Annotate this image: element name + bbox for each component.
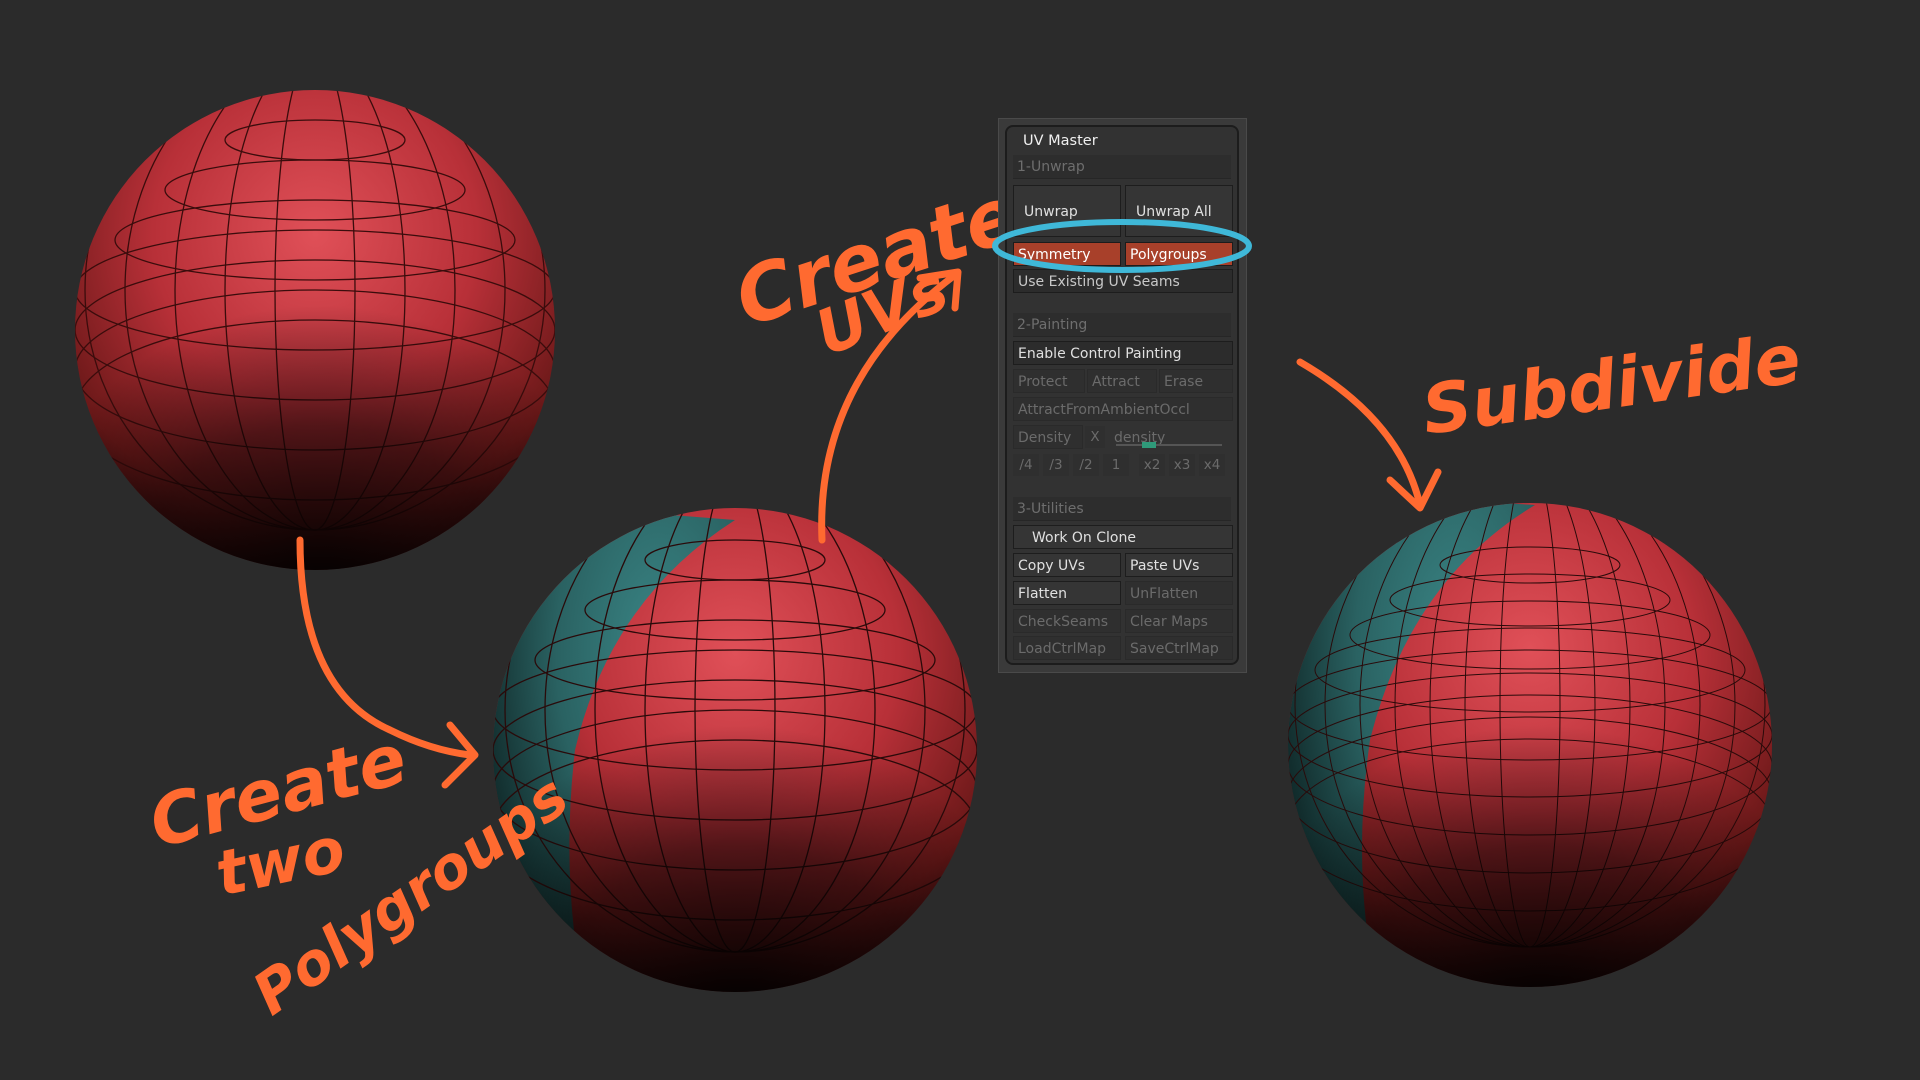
save-ctrl-map-button[interactable]: SaveCtrlMap [1125,636,1233,660]
clear-maps-button[interactable]: Clear Maps [1125,609,1233,633]
load-ctrl-map-button[interactable]: LoadCtrlMap [1013,636,1121,660]
section-painting[interactable]: 2-Painting [1013,313,1231,337]
enable-control-painting-toggle[interactable]: Enable Control Painting [1013,341,1233,365]
viewport-canvas: Create two Polygroups Create UVs Subdivi… [75,90,1806,1028]
paste-uvs-button[interactable]: Paste UVs [1125,553,1233,577]
unflatten-button[interactable]: UnFlatten [1125,581,1233,605]
arrow-to-subdivided-icon [1296,358,1424,509]
density-step-x2[interactable]: x2 [1139,454,1165,476]
sphere-base-mesh [75,90,555,570]
panel-title[interactable]: UV Master [1013,133,1231,149]
section-utilities[interactable]: 3-Utilities [1013,497,1231,521]
unwrap-all-button[interactable]: Unwrap All [1125,185,1233,237]
density-step-x3[interactable]: x3 [1169,454,1195,476]
use-existing-uv-seams-toggle[interactable]: Use Existing UV Seams [1013,269,1233,293]
sphere-polygroups-mesh [493,508,977,992]
flatten-button[interactable]: Flatten [1013,581,1121,605]
copy-uvs-button[interactable]: Copy UVs [1013,553,1121,577]
density-step-div4[interactable]: /4 [1013,454,1039,476]
density-slider-handle[interactable] [1142,442,1156,448]
density-x-button[interactable]: X [1085,426,1105,448]
section-unwrap[interactable]: 1-Unwrap [1013,155,1231,179]
density-step-div2[interactable]: /2 [1073,454,1099,476]
attract-from-ambient-occl-button[interactable]: AttractFromAmbientOccl [1013,397,1233,421]
density-button[interactable]: Density [1013,425,1083,449]
polygroups-toggle[interactable]: Polygroups [1125,242,1233,266]
check-seams-button[interactable]: CheckSeams [1013,609,1121,633]
uv-master-inner: UV Master 1-Unwrap Unwrap Unwrap All Sym… [1005,125,1239,665]
sphere-subdivided-mesh [1288,503,1772,987]
unwrap-button[interactable]: Unwrap [1013,185,1121,237]
symmetry-toggle[interactable]: Symmetry [1013,242,1121,266]
erase-button[interactable]: Erase [1159,369,1233,393]
annotation-subdivide: Subdivide [1418,320,1806,451]
attract-button[interactable]: Attract [1087,369,1157,393]
uv-master-panel: UV Master 1-Unwrap Unwrap Unwrap All Sym… [998,118,1247,673]
density-step-x4[interactable]: x4 [1199,454,1225,476]
density-slider[interactable]: density [1109,425,1233,449]
density-step-div3[interactable]: /3 [1043,454,1069,476]
protect-button[interactable]: Protect [1013,369,1085,393]
density-step-1[interactable]: 1 [1103,454,1129,476]
work-on-clone-button[interactable]: Work On Clone [1013,525,1233,549]
